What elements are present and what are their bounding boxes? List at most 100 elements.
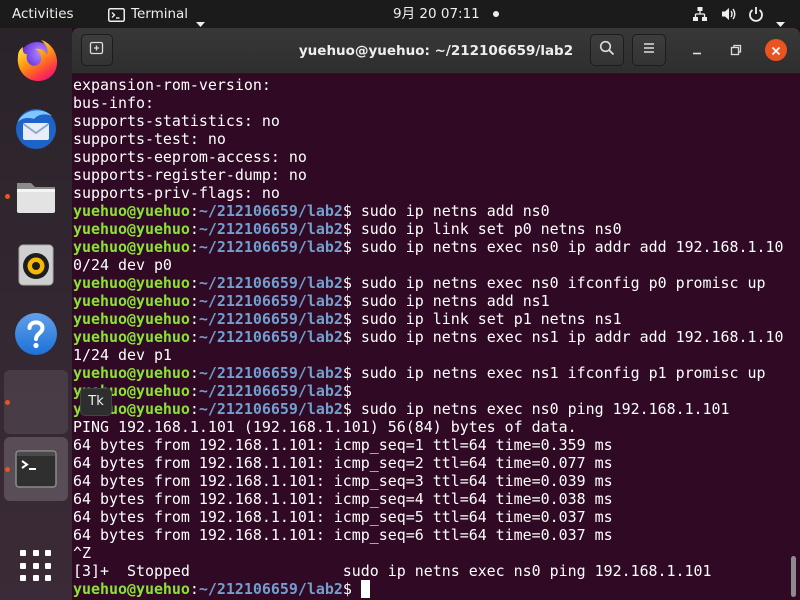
maximize-icon (730, 41, 742, 60)
new-tab-button[interactable] (81, 34, 113, 66)
menu-icon (641, 40, 657, 60)
output-text: supports-register-dump: no (73, 166, 307, 184)
output-text: supports-eeprom-access: no (73, 148, 307, 166)
prompt-path: ~/212106659/lab2 (198, 310, 343, 328)
prompt-symbol: $ (342, 274, 352, 292)
terminal-icon (108, 7, 125, 22)
command-text: sudo ip link set p1 netns ns1 (360, 310, 622, 328)
prompt-symbol: $ (342, 220, 352, 238)
output-line: 64 bytes from 192.168.1.101: icmp_seq=3 … (73, 472, 791, 490)
command-text: sudo ip netns exec ns1 ip addr add 192.1… (360, 328, 784, 346)
prompt-path: ~/212106659/lab2 (198, 274, 343, 292)
command-text: sudo ip link set p0 netns ns0 (360, 220, 622, 238)
output-line: supports-eeprom-access: no (73, 148, 791, 166)
prompt-path: ~/212106659/lab2 (198, 238, 343, 256)
header-bar[interactable]: yuehuo@yuehuo: ~/212106659/lab2 (72, 28, 800, 74)
maximize-button[interactable] (724, 38, 748, 62)
output-line: expansion-rom-version: (73, 76, 791, 94)
dock-item-terminal[interactable] (4, 437, 68, 501)
prompt-line: yuehuo@yuehuo:~/212106659/lab2$ sudo ip … (73, 202, 791, 220)
output-line: supports-register-dump: no (73, 166, 791, 184)
prompt-symbol: $ (342, 364, 352, 382)
output-text: 64 bytes from 192.168.1.101: icmp_seq=4 … (73, 490, 613, 508)
output-line: PING 192.168.1.101 (192.168.1.101) 56(84… (73, 418, 791, 436)
minimize-icon (691, 41, 703, 60)
output-text: supports-test: no (73, 130, 226, 148)
prompt-line: yuehuo@yuehuo:~/212106659/lab2$ sudo ip … (73, 292, 791, 310)
output-line: 64 bytes from 192.168.1.101: icmp_seq=2 … (73, 454, 791, 472)
dock-item-help[interactable] (4, 302, 68, 366)
prompt-line: yuehuo@yuehuo:~/212106659/lab2$ sudo ip … (73, 328, 791, 346)
close-icon (771, 41, 781, 60)
show-applications-icon (12, 542, 60, 590)
prompt-separator: : (189, 328, 199, 346)
output-line: 64 bytes from 192.168.1.101: icmp_seq=1 … (73, 436, 791, 454)
prompt-separator: : (189, 364, 199, 382)
show-applications-button[interactable] (4, 534, 68, 598)
prompt-symbol: $ (342, 202, 352, 220)
output-line: 64 bytes from 192.168.1.101: icmp_seq=6 … (73, 526, 791, 544)
output-text: ^Z (73, 544, 91, 562)
prompt-line: yuehuo@yuehuo:~/212106659/lab2$ sudo ip … (73, 310, 791, 328)
output-text: 64 bytes from 192.168.1.101: icmp_seq=1 … (73, 436, 613, 454)
command-text: sudo ip netns exec ns1 ifconfig p1 promi… (360, 364, 766, 382)
prompt-line: yuehuo@yuehuo:~/212106659/lab2$ (73, 382, 791, 400)
output-line: 64 bytes from 192.168.1.101: icmp_seq=4 … (73, 490, 791, 508)
output-line: supports-test: no (73, 130, 791, 148)
output-line: supports-priv-flags: no (73, 184, 791, 202)
system-menu[interactable] (688, 0, 792, 28)
output-text: PING 192.168.1.101 (192.168.1.101) 56(84… (73, 418, 577, 436)
command-text: sudo ip netns add ns1 (360, 292, 550, 310)
prompt-separator: : (189, 274, 199, 292)
prompt-separator: : (189, 202, 199, 220)
prompt-user-host: yuehuo@yuehuo (73, 202, 190, 220)
output-line: 1/24 dev p1 (73, 346, 791, 364)
prompt-symbol: $ (342, 580, 352, 598)
output-text: 0/24 dev p0 (73, 256, 172, 274)
prompt-symbol: $ (342, 238, 352, 256)
prompt-user-host: yuehuo@yuehuo (73, 220, 190, 238)
output-line: bus-info: (73, 94, 791, 112)
dock-item-thunderbird[interactable] (4, 96, 68, 160)
close-button[interactable] (765, 39, 787, 61)
output-text: [3]+ Stopped sudo ip netns exec ns0 ping… (73, 562, 712, 580)
firefox-icon (12, 36, 60, 84)
scrollbar[interactable] (791, 556, 796, 597)
app-menu[interactable]: Terminal (108, 0, 208, 28)
search-button[interactable] (590, 34, 624, 66)
prompt-user-host: yuehuo@yuehuo (73, 310, 190, 328)
clock[interactable]: 9月 20 07:11 (390, 0, 504, 28)
dock-item-rhythmbox[interactable] (4, 233, 68, 297)
chevron-down-icon (196, 12, 205, 27)
menu-button[interactable] (632, 34, 666, 66)
terminal-icon (12, 445, 60, 493)
prompt-user-host: yuehuo@yuehuo (73, 364, 190, 382)
prompt-path: ~/212106659/lab2 (198, 364, 343, 382)
dock-item-tk[interactable] (4, 370, 68, 434)
dock-item-firefox[interactable] (4, 28, 68, 92)
dock-item-files[interactable] (4, 164, 68, 228)
prompt-path: ~/212106659/lab2 (198, 400, 343, 418)
prompt-separator: : (189, 238, 199, 256)
command-text: sudo ip netns exec ns0 ifconfig p0 promi… (360, 274, 766, 292)
network-wired-icon (692, 6, 708, 22)
prompt-user-host: yuehuo@yuehuo (73, 580, 190, 598)
minimize-button[interactable] (685, 38, 709, 62)
terminal-output[interactable]: expansion-rom-version: bus-info: supports-… (72, 74, 800, 600)
output-text: expansion-rom-version: (73, 76, 271, 94)
prompt-line: yuehuo@yuehuo:~/212106659/lab2$ sudo ip … (73, 400, 791, 418)
dock (0, 28, 72, 600)
top-bar: Activities Terminal 9月 20 07:11 (0, 0, 800, 28)
output-text: 64 bytes from 192.168.1.101: icmp_seq=2 … (73, 454, 613, 472)
prompt-user-host: yuehuo@yuehuo (73, 238, 190, 256)
output-line: supports-statistics: no (73, 112, 791, 130)
volume-icon (721, 6, 737, 22)
running-indicator (5, 194, 10, 199)
output-text: supports-statistics: no (73, 112, 280, 130)
command-text: sudo ip netns exec ns0 ping 192.168.1.10… (360, 400, 730, 418)
search-icon (599, 40, 615, 60)
activities-button[interactable]: Activities (12, 0, 74, 28)
prompt-separator: : (189, 400, 199, 418)
clock-text: 9月 20 07:11 (393, 6, 480, 22)
prompt-symbol: $ (342, 310, 352, 328)
